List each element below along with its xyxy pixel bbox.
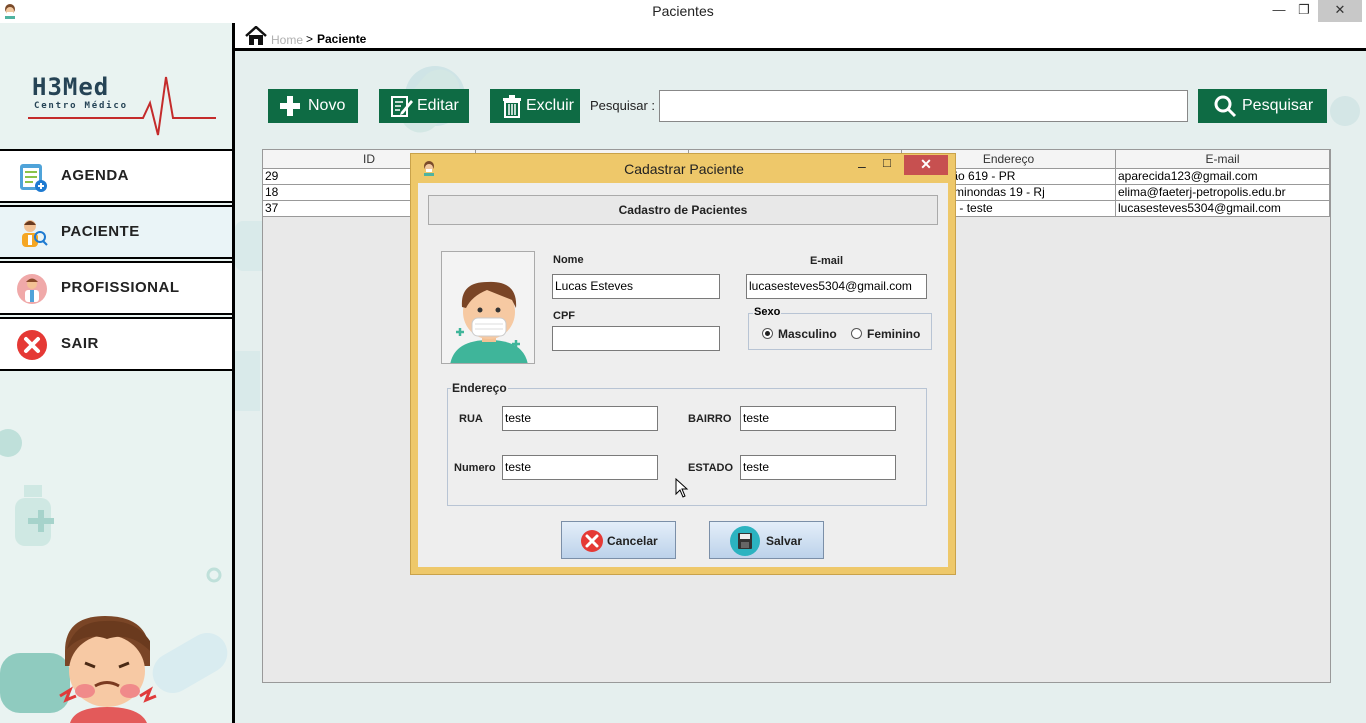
- email-field[interactable]: lucasesteves5304@gmail.com: [746, 274, 927, 299]
- sick-patient-illustration: [59, 616, 157, 723]
- dialog-body: Cadastro de Pacientes Nome Lucas Esteves…: [418, 183, 948, 567]
- salvar-label: Salvar: [766, 534, 803, 548]
- search-label: Pesquisar :: [590, 98, 656, 113]
- excluir-label: Excluir: [526, 97, 575, 114]
- table-cell-email[interactable]: elima@faeterj-petropolis.edu.br: [1116, 185, 1330, 201]
- editar-button[interactable]: Editar: [379, 89, 469, 123]
- mouse-cursor-icon: [675, 478, 689, 498]
- bairro-field[interactable]: teste: [740, 406, 896, 431]
- heartbeat-icon: [28, 76, 216, 136]
- cadastrar-paciente-dialog: Cadastrar Paciente – □ ✕ Cadastro de Pac…: [410, 153, 956, 575]
- table-cell-email[interactable]: lucasesteves5304@gmail.com: [1116, 201, 1330, 217]
- excluir-button[interactable]: Excluir: [490, 89, 580, 123]
- doctor-icon: [17, 274, 47, 304]
- patient-icon: [22, 220, 48, 247]
- dialog-minimize-button[interactable]: –: [858, 158, 872, 174]
- rua-field[interactable]: teste: [502, 406, 658, 431]
- email-label: E-mail: [810, 255, 844, 267]
- masculino-label[interactable]: Masculino: [778, 327, 837, 341]
- edit-icon: [391, 96, 413, 117]
- cancelar-label: Cancelar: [607, 534, 658, 548]
- salvar-button[interactable]: Salvar: [709, 521, 824, 559]
- numero-field[interactable]: teste: [502, 455, 658, 480]
- estado-label: ESTADO: [688, 462, 734, 474]
- novo-button[interactable]: Novo: [268, 89, 358, 123]
- sidebar-item-label: SAIR: [61, 335, 99, 352]
- nome-label: Nome: [553, 254, 584, 266]
- patient-avatar: [450, 281, 528, 363]
- close-button[interactable]: ✕: [1318, 0, 1362, 22]
- exit-icon: [17, 330, 47, 360]
- window-title-bar: Pacientes — ❐ ✕: [0, 0, 1366, 23]
- sexo-label: Sexo: [753, 306, 782, 318]
- masculino-radio[interactable]: [762, 328, 773, 339]
- cpf-field[interactable]: [552, 326, 720, 351]
- trash-icon: [503, 95, 521, 118]
- cancelar-button[interactable]: Cancelar: [561, 521, 676, 559]
- sidebar-item-profissional[interactable]: PROFISSIONAL: [0, 261, 233, 315]
- search-input[interactable]: [659, 90, 1188, 122]
- window-title: Pacientes: [652, 3, 714, 19]
- feminino-label[interactable]: Feminino: [867, 327, 920, 341]
- logo: H3Med Centro Médico: [28, 73, 218, 143]
- dialog-header: Cadastro de Pacientes: [428, 195, 938, 225]
- sidebar-item-agenda[interactable]: AGENDA: [0, 149, 233, 203]
- save-icon: [730, 526, 760, 556]
- sidebar-item-label: PROFISSIONAL: [61, 279, 180, 296]
- breadcrumb: Home > Paciente: [235, 23, 1366, 51]
- breadcrumb-separator: >: [306, 32, 314, 46]
- sidebar-item-paciente[interactable]: PACIENTE: [0, 205, 233, 259]
- rua-label: RUA: [459, 413, 483, 425]
- dialog-title: Cadastrar Paciente: [624, 161, 744, 177]
- sidebar-item-label: AGENDA: [61, 167, 130, 184]
- sidebar: H3Med Centro Médico AGENDA PACIENTE PROF…: [0, 23, 233, 723]
- editar-label: Editar: [417, 97, 459, 114]
- cpf-label: CPF: [553, 310, 575, 322]
- breadcrumb-home[interactable]: Home: [271, 33, 303, 47]
- calendar-icon: [20, 164, 47, 192]
- cancel-icon: [581, 530, 603, 552]
- estado-field[interactable]: teste: [740, 455, 896, 480]
- patient-photo[interactable]: [441, 251, 535, 364]
- table-cell-email[interactable]: aparecida123@gmail.com: [1116, 169, 1330, 185]
- pesquisar-label: Pesquisar: [1242, 97, 1314, 114]
- home-icon[interactable]: [245, 26, 267, 46]
- numero-label: Numero: [454, 462, 496, 474]
- dialog-maximize-button[interactable]: □: [883, 155, 899, 170]
- endereco-label: Endereço: [451, 381, 508, 395]
- nome-field[interactable]: Lucas Esteves: [552, 274, 720, 299]
- bairro-label: BAIRRO: [688, 413, 732, 425]
- breadcrumb-current: Paciente: [317, 32, 367, 46]
- sidebar-item-sair[interactable]: SAIR: [0, 317, 233, 371]
- novo-label: Novo: [308, 97, 346, 114]
- column-header-email[interactable]: E-mail: [1116, 150, 1330, 169]
- pesquisar-button[interactable]: Pesquisar: [1198, 89, 1327, 123]
- search-icon: [1214, 95, 1237, 118]
- dialog-close-button[interactable]: ✕: [904, 155, 948, 175]
- maximize-button[interactable]: ❐: [1289, 0, 1319, 22]
- sidebar-item-label: PACIENTE: [61, 223, 140, 240]
- plus-icon: [280, 96, 300, 116]
- feminino-radio[interactable]: [851, 328, 862, 339]
